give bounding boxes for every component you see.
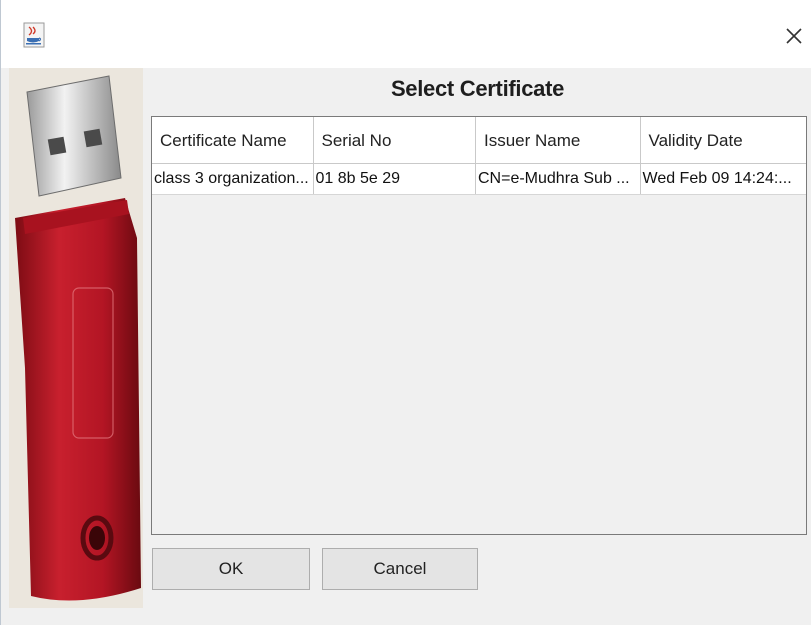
cell-certificate-name: class 3 organization... xyxy=(152,164,314,194)
table-row[interactable]: class 3 organization... 01 8b 5e 29 CN=e… xyxy=(152,164,806,195)
dialog-content: Select Certificate Certificate Name Seri… xyxy=(143,68,811,625)
title-bar[interactable] xyxy=(1,0,811,68)
bottom-strip xyxy=(9,608,143,625)
usb-token-illustration xyxy=(15,75,141,601)
cell-validity-date: Wed Feb 09 14:24:... xyxy=(642,170,792,187)
java-cup-icon xyxy=(23,22,45,48)
table-header: Certificate Name Serial No Issuer Name V… xyxy=(152,117,806,164)
cell-serial-no: 01 8b 5e 29 xyxy=(314,164,476,194)
dialog-title: Select Certificate xyxy=(390,76,565,101)
column-header-issuer-name[interactable]: Issuer Name xyxy=(476,117,641,163)
cancel-button[interactable]: Cancel xyxy=(322,548,478,590)
column-header-certificate-name[interactable]: Certificate Name xyxy=(152,117,314,163)
cell-issuer-name: CN=e-Mudhra Sub ... xyxy=(476,164,641,194)
certificate-dialog-window: Select Certificate Certificate Name Seri… xyxy=(0,0,811,625)
certificate-table[interactable]: Certificate Name Serial No Issuer Name V… xyxy=(151,116,807,535)
etoken-image xyxy=(9,68,143,608)
close-icon[interactable] xyxy=(780,22,808,50)
ok-button[interactable]: OK xyxy=(152,548,310,590)
column-header-validity-date[interactable]: Validity Date xyxy=(641,117,806,163)
column-header-serial-no[interactable]: Serial No xyxy=(314,117,476,163)
